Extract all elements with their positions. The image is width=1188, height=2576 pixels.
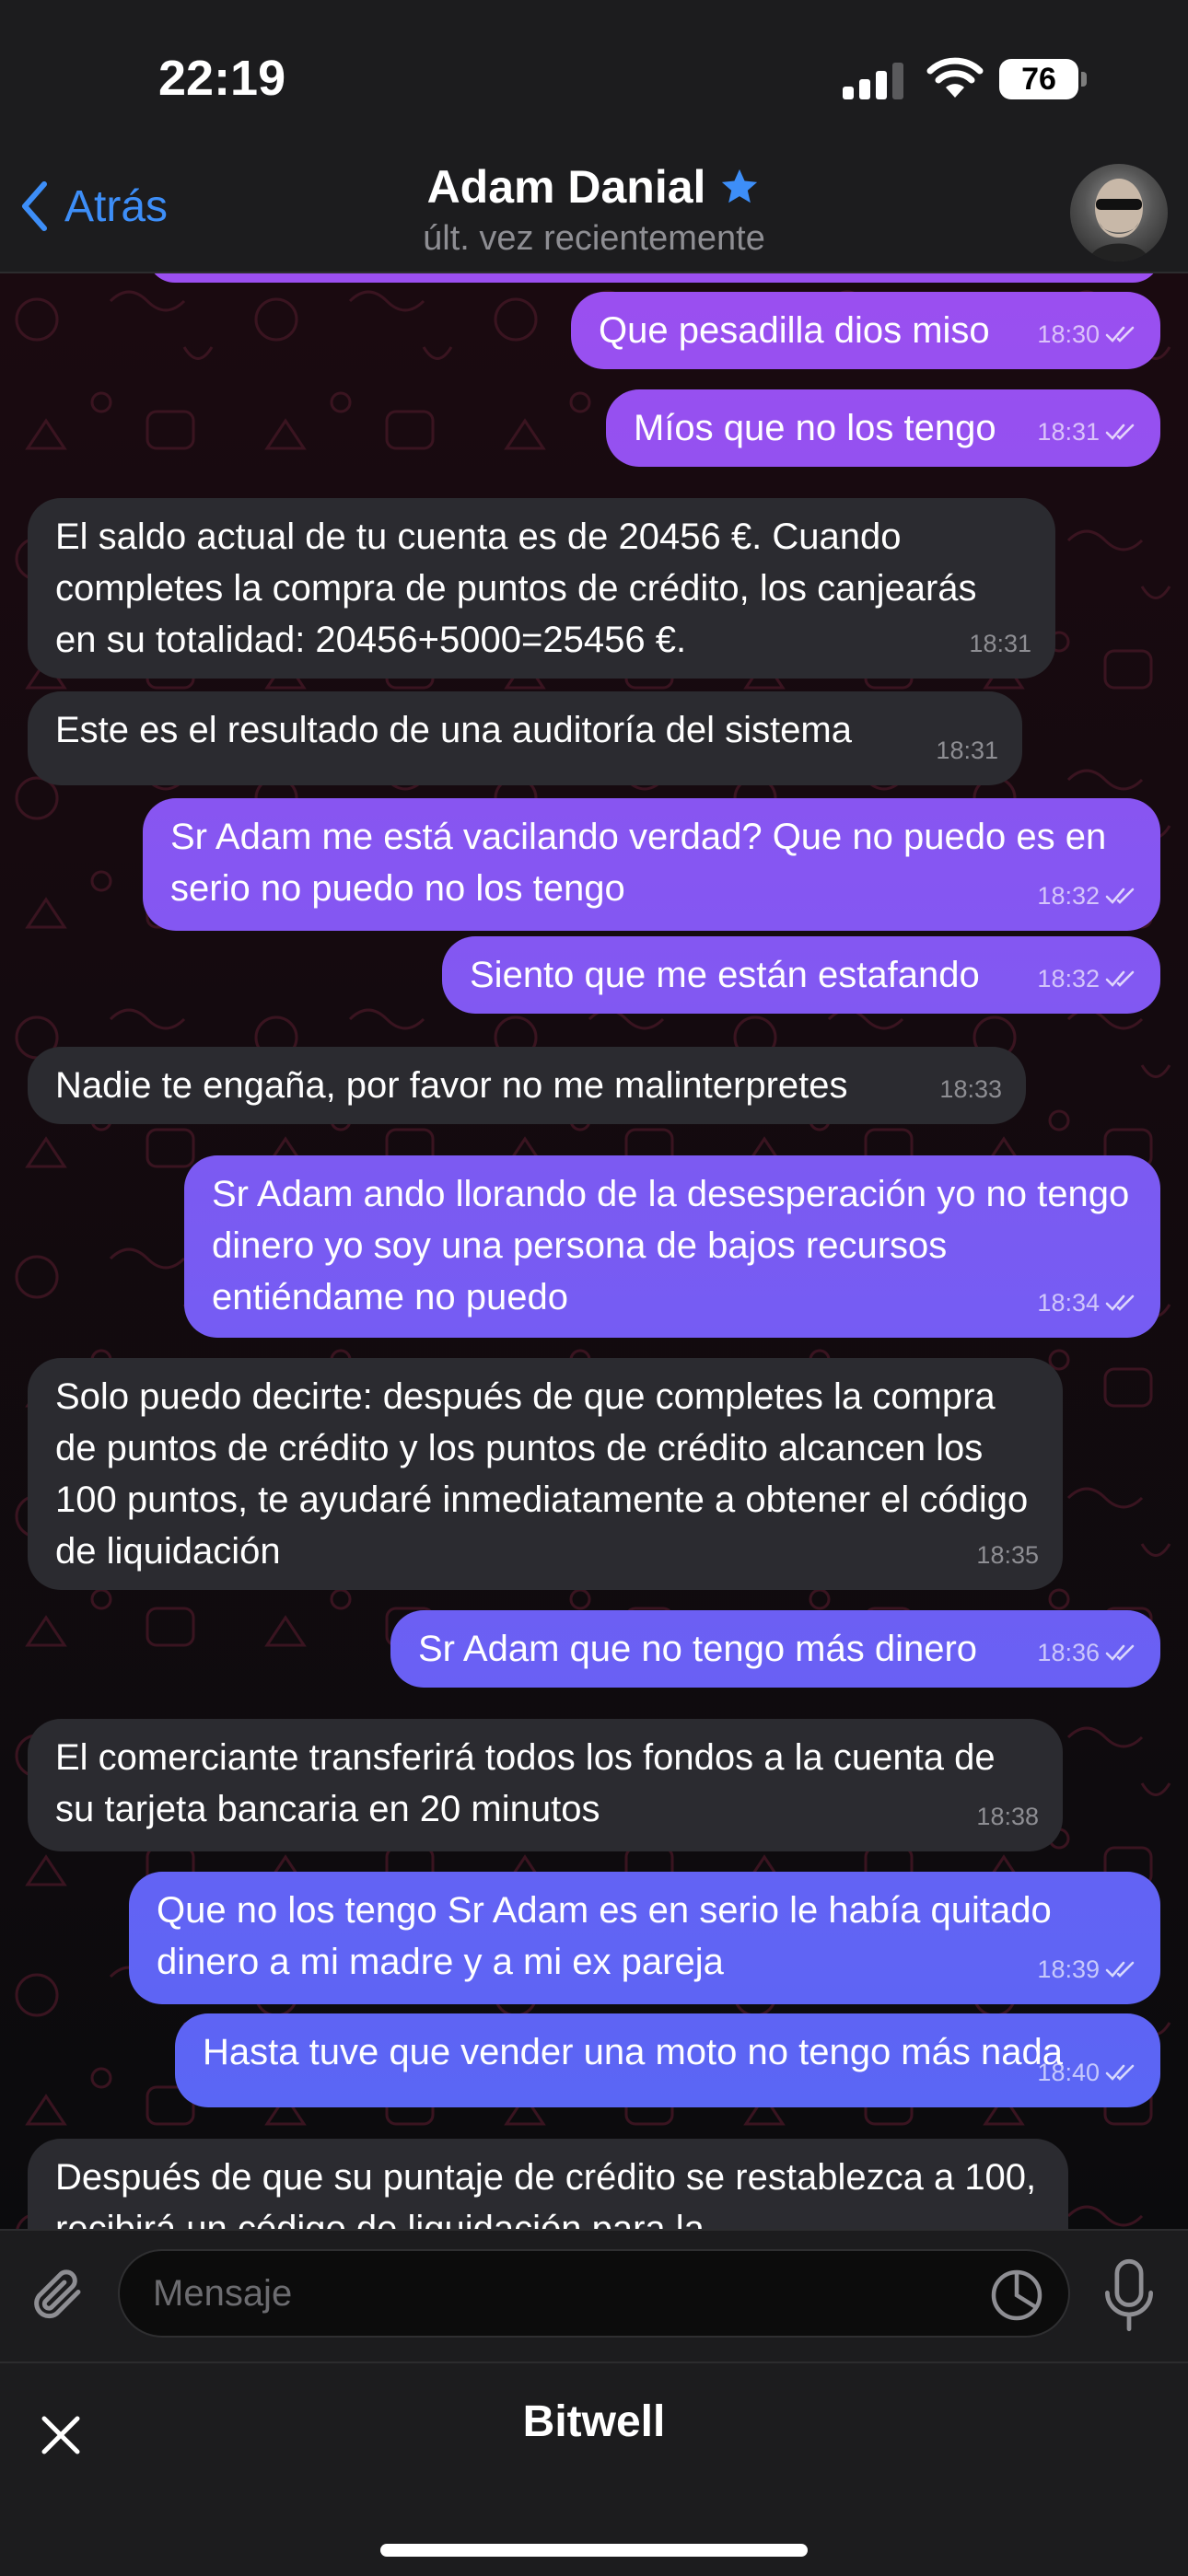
composer-bar: Mensaje	[0, 2229, 1188, 2363]
double-check-icon	[1105, 1294, 1135, 1311]
status-time: 22:19	[158, 51, 286, 106]
premium-star-icon	[722, 168, 758, 203]
incoming-message[interactable]: Solo puedo decirte: después de que compl…	[28, 1358, 1063, 1590]
message-meta: 18:32	[1037, 953, 1136, 1004]
double-check-icon	[1105, 326, 1135, 342]
avatar[interactable]	[1070, 164, 1168, 261]
message-meta: 18:35	[976, 1529, 1039, 1581]
chat-header: Atrás Adam Danial últ. vez recientemente	[0, 138, 1188, 273]
message-time: 18:32	[1037, 965, 1100, 992]
message-text: Este es el resultado de una auditoría de…	[55, 710, 852, 750]
outgoing-message[interactable]: Míos que no los tengo 18:31	[606, 389, 1160, 467]
message-text: El comerciante transferirá todos los fon…	[55, 1737, 996, 1829]
double-check-icon	[1105, 424, 1135, 440]
message-text: Sr Adam que no tengo más dinero	[418, 1629, 978, 1669]
home-indicator	[380, 2544, 808, 2557]
message-time: 18:36	[1037, 1639, 1100, 1666]
status-bar: 22:19 76	[0, 0, 1188, 157]
battery-tip	[1081, 72, 1087, 87]
incoming-message[interactable]: El saldo actual de tu cuenta es de 20456…	[28, 498, 1055, 679]
outgoing-message[interactable]: Sr Adam me está vacilando verdad? Que no…	[143, 798, 1160, 931]
bottom-sheet: Bitwell	[0, 2361, 1188, 2576]
previous-message-bubble	[147, 273, 1160, 283]
cellular-signal-icon	[843, 63, 903, 99]
message-meta: 18:33	[939, 1063, 1002, 1115]
message-meta: 18:30	[1037, 308, 1136, 360]
message-text: Después de que su puntaje de crédito se …	[55, 2157, 1037, 2229]
message-list[interactable]: Que pesadilla dios miso 18:30 Míos que no …	[0, 273, 1188, 2229]
double-check-icon	[1105, 1644, 1135, 1661]
message-time: 18:35	[976, 1541, 1039, 1569]
double-check-icon	[1105, 970, 1135, 987]
message-meta: 18:39	[1037, 1944, 1136, 1995]
sticker-icon[interactable]	[989, 2268, 1044, 2323]
message-time: 18:31	[1037, 418, 1100, 446]
incoming-message[interactable]: Después de que su puntaje de crédito se …	[28, 2139, 1068, 2229]
bottom-sheet-title: Bitwell	[522, 2397, 666, 2446]
message-text: Solo puedo decirte: después de que compl…	[55, 1376, 1029, 1572]
message-text: Míos que no los tengo	[634, 408, 996, 448]
outgoing-message[interactable]: Que pesadilla dios miso 18:30	[571, 292, 1160, 369]
message-text: Que no los tengo Sr Adam es en serio le …	[157, 1890, 1052, 1982]
message-time: 18:31	[936, 737, 998, 764]
contact-info[interactable]: Adam Danial últ. vez recientemente	[0, 160, 1188, 259]
message-text: El saldo actual de tu cuenta es de 20456…	[55, 516, 977, 660]
message-text: Nadie te engaña, por favor no me malinte…	[55, 1065, 848, 1106]
microphone-icon[interactable]	[1100, 2257, 1159, 2334]
outgoing-message[interactable]: Sr Adam que no tengo más dinero 18:36	[390, 1610, 1160, 1688]
message-text: Hasta tuve que vender una moto no tengo …	[203, 2032, 1063, 2072]
message-text: Siento que me están estafando	[470, 955, 980, 995]
message-meta: 18:31	[969, 618, 1031, 669]
double-check-icon	[1105, 888, 1135, 904]
last-seen-status: últ. vez recientemente	[423, 219, 765, 258]
double-check-icon	[1105, 2064, 1135, 2081]
message-time: 18:30	[1037, 320, 1100, 348]
message-meta: 18:40	[1037, 2047, 1136, 2098]
message-meta: 18:31	[1037, 406, 1136, 458]
message-meta: 18:31	[936, 725, 998, 776]
contact-name: Adam Danial	[426, 161, 706, 213]
incoming-message[interactable]: Nadie te engaña, por favor no me malinte…	[28, 1047, 1026, 1124]
message-meta: 18:36	[1037, 1627, 1136, 1678]
message-text: Sr Adam me está vacilando verdad? Que no…	[170, 817, 1107, 909]
message-meta: 18:32	[1037, 870, 1136, 922]
battery-icon: 76	[999, 59, 1078, 99]
paperclip-icon[interactable]	[28, 2264, 88, 2330]
message-input-placeholder: Mensaje	[153, 2273, 293, 2314]
message-meta: 18:34	[1037, 1277, 1136, 1329]
message-time: 18:38	[976, 1803, 1039, 1830]
message-time: 18:33	[939, 1075, 1002, 1103]
double-check-icon	[1105, 1961, 1135, 1978]
message-meta: 18:38	[976, 1791, 1039, 1842]
outgoing-message[interactable]: Que no los tengo Sr Adam es en serio le …	[129, 1872, 1160, 2004]
message-time: 18:31	[969, 630, 1031, 657]
outgoing-message[interactable]: Sr Adam ando llorando de la desesperació…	[184, 1155, 1160, 1338]
incoming-message[interactable]: Este es el resultado de una auditoría de…	[28, 691, 1022, 785]
message-text: Sr Adam ando llorando de la desesperació…	[212, 1174, 1130, 1317]
message-input[interactable]: Mensaje	[118, 2249, 1070, 2338]
message-text: Que pesadilla dios miso	[599, 310, 990, 351]
outgoing-message[interactable]: Siento que me están estafando 18:32	[442, 936, 1160, 1014]
message-time: 18:39	[1037, 1955, 1100, 1983]
wifi-icon	[926, 57, 984, 98]
message-time: 18:34	[1037, 1289, 1100, 1317]
outgoing-message[interactable]: Hasta tuve que vender una moto no tengo …	[175, 2013, 1160, 2107]
incoming-message[interactable]: El comerciante transferirá todos los fon…	[28, 1719, 1063, 1851]
message-time: 18:40	[1037, 2059, 1100, 2086]
message-time: 18:32	[1037, 882, 1100, 910]
